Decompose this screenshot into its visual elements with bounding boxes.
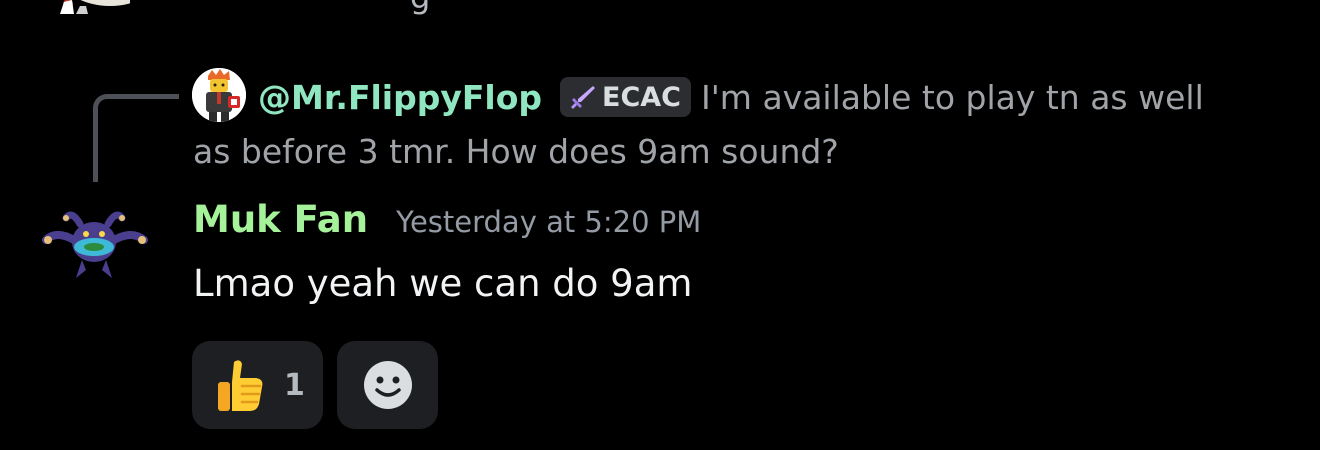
reply-header[interactable]: @Mr.FlippyFlop ECAC I'm available to pla… xyxy=(258,72,1204,122)
clan-tag-label: ECAC xyxy=(602,81,681,113)
add-reaction-smiley-icon xyxy=(363,361,412,409)
message-content[interactable]: Lmao yeah we can do 9am xyxy=(193,262,692,305)
add-reaction-button[interactable] xyxy=(337,341,438,429)
reply-author[interactable]: @Mr.FlippyFlop xyxy=(258,78,542,117)
chat-view: g @Mr.FlippyFlop ECAC I'm avai xyxy=(0,0,1320,450)
reply-excerpt-continued[interactable]: as before 3 tmr. How does 9am sound? xyxy=(193,126,839,176)
message-timestamp: Yesterday at 5:20 PM xyxy=(396,205,702,239)
previous-message-text: g xyxy=(410,0,430,16)
message-header: Muk Fan Yesterday at 5:20 PM xyxy=(193,198,701,252)
reply-spine xyxy=(93,94,179,182)
reply-excerpt[interactable]: I'm available to play tn as well xyxy=(701,78,1204,117)
reply-excerpt-line2: as before 3 tmr. How does 9am sound? xyxy=(193,131,839,171)
sword-icon xyxy=(571,86,596,109)
lego-figure-avatar-icon xyxy=(192,68,246,122)
thumbs-up-icon xyxy=(218,360,263,411)
username[interactable]: Muk Fan xyxy=(193,198,368,241)
pokemon-avatar-icon[interactable] xyxy=(36,200,154,300)
reaction-count: 1 xyxy=(284,367,305,403)
reply-avatar[interactable] xyxy=(192,68,246,122)
reaction-thumbs-up[interactable]: 1 xyxy=(192,341,323,429)
user-avatar-icon[interactable] xyxy=(30,0,130,16)
clan-tag[interactable]: ECAC xyxy=(560,77,691,117)
